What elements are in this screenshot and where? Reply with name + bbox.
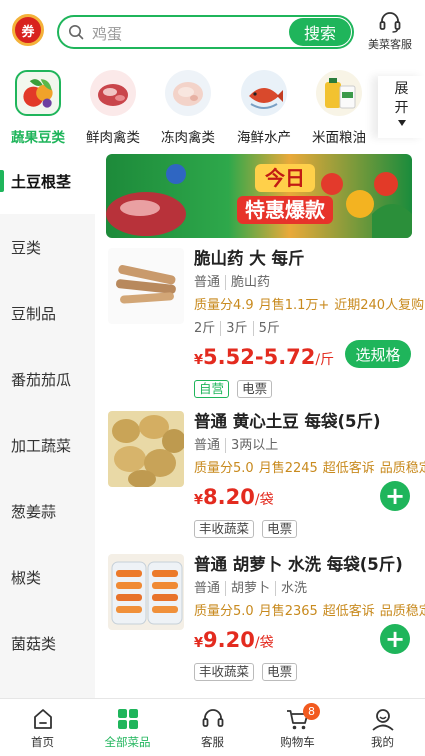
- sidebar-item-processed-veg[interactable]: 加工蔬菜: [0, 412, 95, 478]
- product-card[interactable]: 普通 胡萝卜 水洗 每袋(5斤) 普通 胡萝卜 水洗 质量分5.0 月售2365 超低客…: [106, 554, 425, 684]
- badge-self-operated: 自营: [194, 380, 230, 398]
- sidebar-item-peppers[interactable]: 椒类: [0, 544, 95, 610]
- product-badges: 自营 电票: [194, 378, 425, 398]
- product-info: 普通 胡萝卜 水洗 每袋(5斤) 普通 胡萝卜 水洗 质量分5.0 月售2365 超低客…: [194, 554, 425, 681]
- frozen-meat-image: [165, 70, 211, 116]
- search-icon: [69, 25, 84, 40]
- tab-all-dishes[interactable]: 全部菜品: [85, 699, 170, 756]
- product-stats: 质量分4.9 月售1.1万+ 近期240人复购: [194, 298, 425, 313]
- product-stats: 质量分5.0月售2365超低客诉品质稳定: [194, 604, 425, 619]
- rice-oil-image: [316, 70, 362, 116]
- subcategory-sidebar: 土豆根茎 豆类 豆制品 番茄茄瓜 加工蔬菜 葱姜蒜 椒类 菌菇类: [0, 148, 95, 698]
- customer-service-label: 美菜客服: [368, 38, 412, 51]
- sidebar-item-bean-products[interactable]: 豆制品: [0, 280, 95, 346]
- badge-harvest-veg: 丰收蔬菜: [194, 663, 255, 681]
- product-badges: 丰收蔬菜 电票: [194, 518, 425, 538]
- sidebar-item-tomato-eggplant[interactable]: 番茄茄瓜: [0, 346, 95, 412]
- home-icon: [33, 709, 52, 729]
- bottom-nav: 首页 全部菜品 客服 8 购物车 我的: [0, 698, 425, 756]
- badge-e-invoice: 电票: [262, 663, 298, 681]
- vegetables-image: [15, 70, 61, 116]
- product-stats: 质量分5.0月售2245超低客诉品质稳定: [194, 461, 425, 476]
- tab-mine[interactable]: 我的: [340, 699, 425, 756]
- cart-count-badge: 8: [303, 703, 320, 720]
- chevron-down-icon: [397, 120, 406, 126]
- product-image-potato: [108, 411, 184, 487]
- tab-customer-service[interactable]: 客服: [170, 699, 255, 756]
- fresh-meat-image: [90, 70, 136, 116]
- seafood-image: [241, 70, 287, 116]
- product-info: 普通 黄心土豆 每袋(5斤) 普通 3两以上 质量分5.0 月售2245 超低客诉 品质…: [194, 411, 425, 538]
- product-specs: 2斤 3斤 5斤: [194, 320, 425, 338]
- tab-home[interactable]: 首页: [0, 699, 85, 756]
- headset-icon: [379, 12, 401, 33]
- product-image-carrot: [108, 554, 184, 630]
- tab-label: 购物车: [280, 735, 315, 749]
- headset-icon: [202, 709, 223, 727]
- category-label: 蔬果豆类: [11, 130, 65, 146]
- product-info: 脆山药 大 每斤 普通 脆山药 质量分4.9 月售1.1万+ 近期240人复购 2斤 3…: [194, 248, 425, 398]
- sidebar-item-beans[interactable]: 豆类: [0, 214, 95, 280]
- product-name: 普通 胡萝卜 水洗 每袋(5斤): [194, 555, 403, 574]
- sidebar-item-onion-ginger-garlic[interactable]: 葱姜蒜: [0, 478, 95, 544]
- tab-cart[interactable]: 8 购物车: [255, 699, 340, 756]
- add-to-cart-button[interactable]: +: [380, 481, 410, 511]
- search-input[interactable]: 鸡蛋: [92, 23, 122, 44]
- tab-label: 客服: [201, 735, 224, 749]
- category-label: 冻肉禽类: [161, 130, 215, 146]
- promo-banner[interactable]: 今日 特惠爆款: [106, 154, 412, 238]
- category-frozen-meat[interactable]: 冻肉禽类: [152, 68, 224, 146]
- grid-icon: [117, 709, 138, 729]
- top-bar: 券 鸡蛋 搜索 美菜客服: [0, 0, 425, 64]
- select-spec-button[interactable]: 选规格: [345, 340, 411, 368]
- product-tags: 普通 胡萝卜 水洗: [194, 580, 425, 598]
- product-badges: 丰收蔬菜 电票: [194, 661, 425, 681]
- sidebar-item-potato-root[interactable]: 土豆根茎: [0, 148, 95, 214]
- category-label: 海鲜水产: [237, 130, 291, 146]
- category-vegetables[interactable]: 蔬果豆类: [2, 68, 74, 146]
- expand-label: 展开: [394, 81, 409, 116]
- fruit-banner-image: [321, 172, 412, 238]
- sidebar-item-mushrooms[interactable]: 菌菇类: [0, 610, 95, 676]
- category-rice-oil[interactable]: 米面粮油: [303, 68, 375, 146]
- product-tags: 普通 3两以上: [194, 437, 425, 455]
- category-label: 鲜肉禽类: [86, 130, 140, 146]
- add-to-cart-button[interactable]: +: [380, 624, 410, 654]
- customer-service-button[interactable]: 美菜客服: [364, 10, 416, 52]
- category-fresh-meat[interactable]: 鲜肉禽类: [77, 68, 149, 146]
- product-name: 脆山药 大 每斤: [194, 249, 305, 268]
- tab-label: 我的: [371, 735, 394, 749]
- tab-label: 全部菜品: [104, 735, 151, 749]
- badge-harvest-veg: 丰收蔬菜: [194, 520, 255, 538]
- product-image-yam: [108, 248, 184, 324]
- meat-banner-image: [106, 164, 186, 236]
- product-tags: 普通 脆山药: [194, 274, 425, 292]
- expand-categories-button[interactable]: 展开: [378, 76, 425, 138]
- user-icon: [371, 709, 394, 731]
- app-root: 券 鸡蛋 搜索 美菜客服 蔬果豆类 鲜肉禽类 冻肉禽类 海鲜水产 米面粮油 展 …: [0, 0, 425, 756]
- coupon-icon[interactable]: 券: [12, 14, 44, 46]
- category-seafood[interactable]: 海鲜水产: [228, 68, 300, 146]
- search-button[interactable]: 搜索: [289, 18, 351, 46]
- category-row: 蔬果豆类 鲜肉禽类 冻肉禽类 海鲜水产 米面粮油: [0, 68, 425, 146]
- badge-e-invoice: 电票: [262, 520, 298, 538]
- product-card[interactable]: 普通 黄心土豆 每袋(5斤) 普通 3两以上 质量分5.0 月售2245 超低客诉 品质…: [106, 411, 425, 541]
- search-box[interactable]: 鸡蛋 搜索: [57, 15, 354, 49]
- tab-label: 首页: [31, 735, 54, 749]
- product-name: 普通 黄心土豆 每袋(5斤): [194, 412, 381, 431]
- product-card[interactable]: 脆山药 大 每斤 普通 脆山药 质量分4.9 月售1.1万+ 近期240人复购 2斤 3…: [106, 248, 425, 398]
- badge-e-invoice: 电票: [237, 380, 273, 398]
- category-label: 米面粮油: [312, 130, 366, 146]
